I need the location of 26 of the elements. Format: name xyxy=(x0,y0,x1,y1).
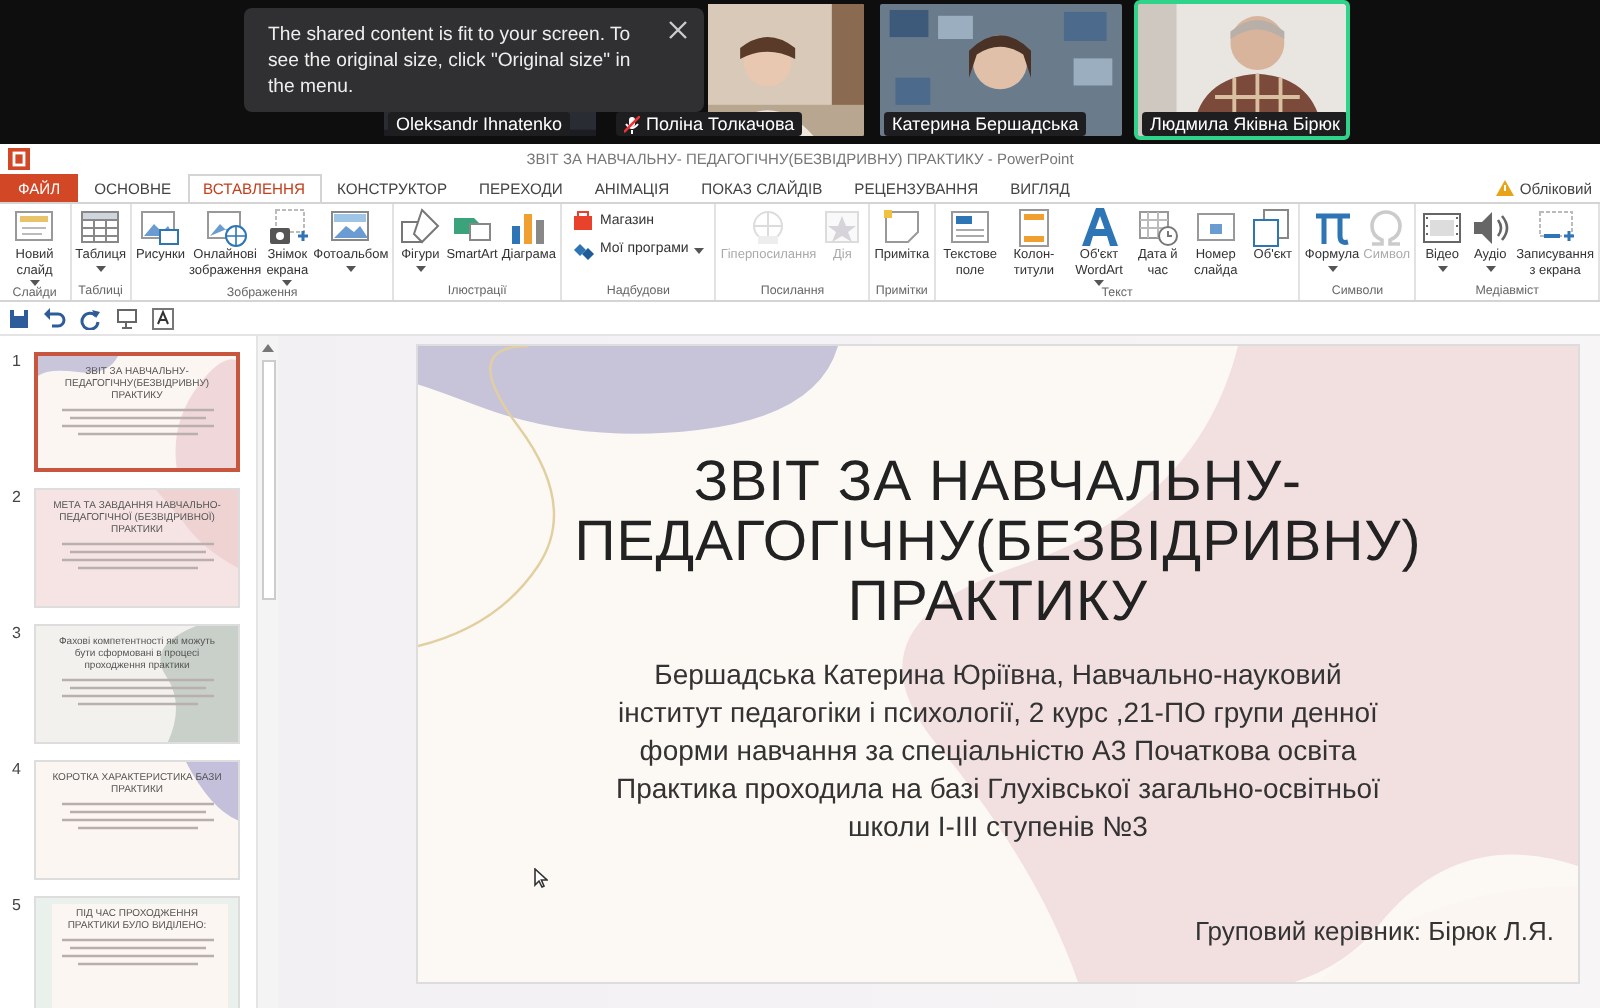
store-icon xyxy=(572,210,594,232)
slide-number: 5 xyxy=(12,896,23,914)
slide-body-text: Бершадська Катерина Юріївна, Навчально-науковий інститут педагогіки і психології, 2 курс ,21-ПО групи денної форми навчання за спеціальністю А3 Початкова освіта Практика проходила на базі Глухівської загально-освітньої школи І-ІІІ ступенів №3 xyxy=(616,656,1380,846)
participant-name: Поліна Толкачова xyxy=(616,112,803,136)
notification-text: The shared content is fit to your screen. To see the original size, click "Original size" in the menu. xyxy=(268,22,633,100)
slide-number: 3 xyxy=(12,624,23,642)
close-icon[interactable] xyxy=(668,20,688,40)
text-size-icon[interactable] xyxy=(152,307,174,329)
presentation-icon[interactable] xyxy=(116,307,138,329)
mouse-pointer-icon xyxy=(534,868,548,888)
slide-number: 2 xyxy=(12,488,23,506)
scrollbar[interactable] xyxy=(256,336,278,1008)
apps-icon xyxy=(572,238,594,260)
slide-number: 1 xyxy=(12,352,23,370)
slide-title: ЗВІТ ЗА НАВЧАЛЬНУ- ПЕДАГОГІЧНУ(БЕЗВІДРИВНУ) ПРАКТИКУ xyxy=(574,452,1422,632)
warning-icon xyxy=(1495,180,1514,196)
scrollbar-thumb[interactable] xyxy=(261,360,275,600)
save-icon[interactable] xyxy=(8,307,30,329)
redo-icon[interactable] xyxy=(80,307,102,329)
slide-number: 4 xyxy=(12,760,23,778)
participant-name: Людмила Яківна Бірюк xyxy=(1142,112,1346,136)
participant-name: Катерина Бершадська xyxy=(884,112,1087,136)
slide-footer-text: Груповий керівник: Бірюк Л.Я. xyxy=(1195,916,1554,946)
undo-icon[interactable] xyxy=(44,307,66,329)
letter-icon xyxy=(1077,206,1122,248)
participant-name: Oleksandr Ihnatenko xyxy=(388,112,571,136)
